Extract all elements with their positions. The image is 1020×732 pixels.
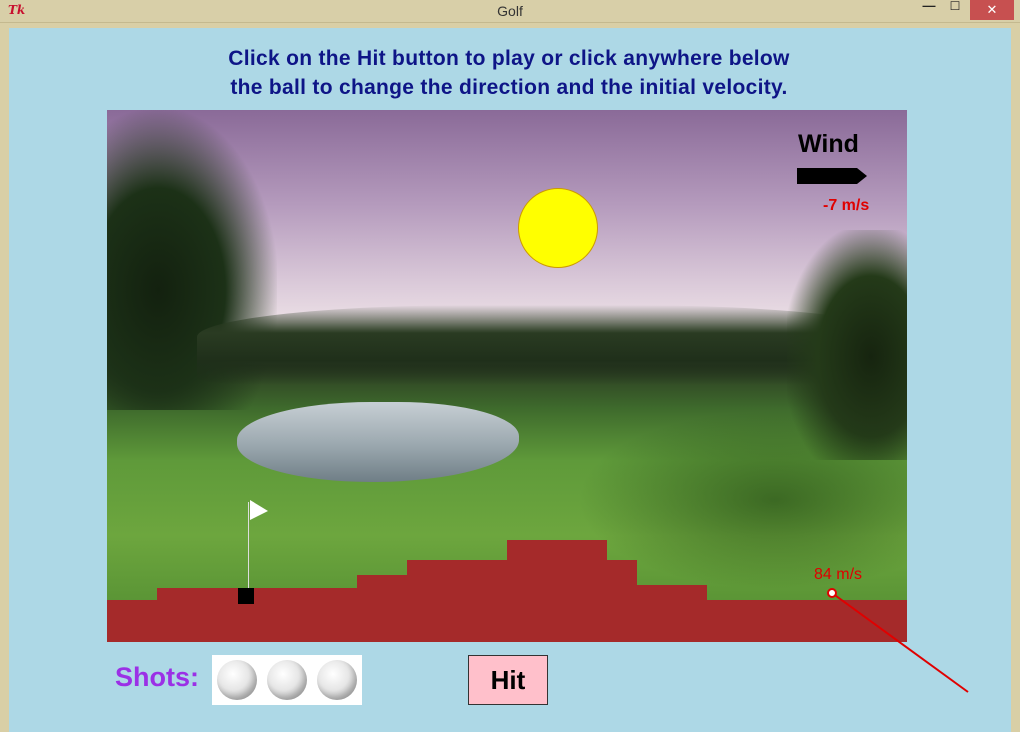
minimize-button[interactable]: —: [918, 0, 940, 18]
velocity-label: 84 m/s: [814, 566, 863, 583]
ground-terrain: [107, 540, 907, 642]
game-window: Click on the Hit button to play or click…: [9, 28, 1011, 732]
close-button[interactable]: ✕: [970, 0, 1014, 20]
maximize-button[interactable]: ☐: [944, 0, 966, 19]
instructions: Click on the Hit button to play or click…: [109, 44, 909, 102]
golf-hole: [238, 588, 254, 604]
window-title: Golf: [497, 3, 523, 19]
shots-label: Shots:: [115, 662, 199, 692]
golf-ball-icon: [317, 660, 357, 700]
golf-ball-icon: [217, 660, 257, 700]
shots-remaining: [212, 655, 362, 705]
game-canvas[interactable]: Wind -7 m/s 84 m/s: [107, 110, 907, 642]
golf-ball-icon: [267, 660, 307, 700]
instructions-line-2: the ball to change the direction and the…: [230, 76, 788, 99]
title-bar[interactable]: Tk Golf — ☐ ✕: [0, 0, 1020, 23]
hit-button[interactable]: Hit: [468, 655, 548, 705]
instructions-line-1: Click on the Hit button to play or click…: [228, 47, 790, 70]
